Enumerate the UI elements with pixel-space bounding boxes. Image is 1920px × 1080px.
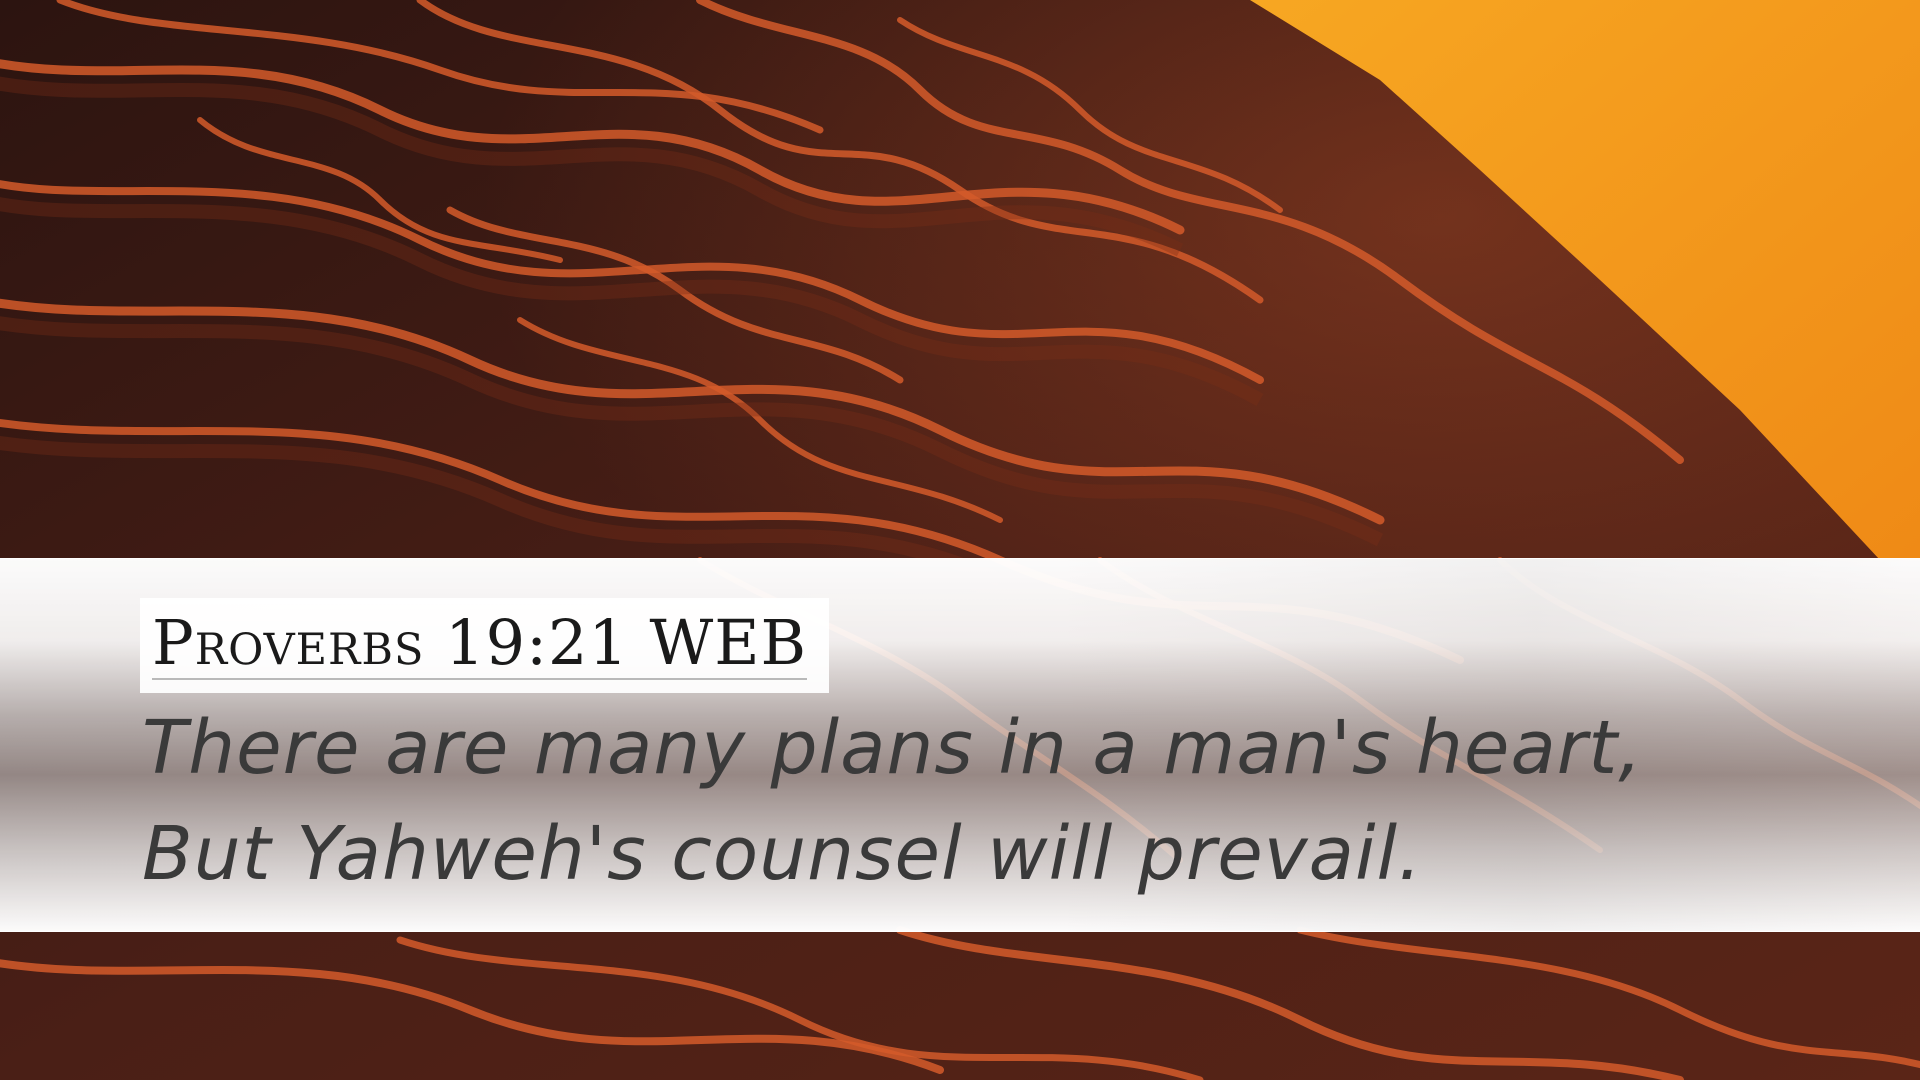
reference-badge: Proverbs 19:21 WEB bbox=[140, 598, 830, 693]
verse-text: There are many plans in a man's heart, B… bbox=[142, 695, 1862, 907]
verse-line-1: There are many plans in a man's heart, bbox=[142, 705, 1643, 791]
verse-line-2: But Yahweh's counsel will prevail. bbox=[142, 811, 1423, 897]
verse-reference: Proverbs 19:21 WEB bbox=[152, 605, 808, 680]
